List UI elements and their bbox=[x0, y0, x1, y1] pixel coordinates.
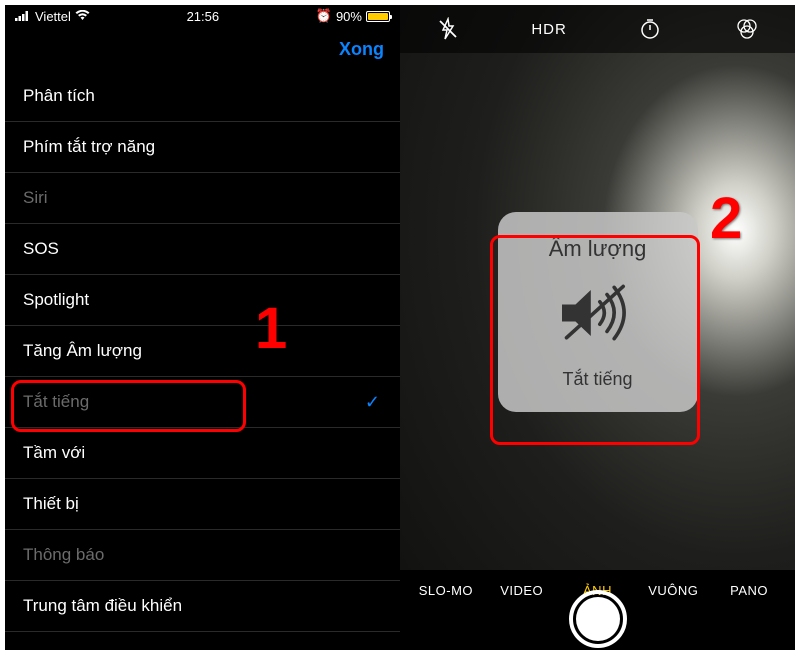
battery-icon bbox=[366, 11, 390, 22]
hud-title: Âm lượng bbox=[549, 236, 647, 262]
settings-item-label: Tầm với bbox=[23, 443, 85, 463]
mute-icon bbox=[553, 278, 643, 353]
alarm-icon: ⏰ bbox=[316, 8, 332, 24]
settings-item[interactable]: Thông báo bbox=[5, 530, 400, 581]
settings-item[interactable]: Thiết bị bbox=[5, 479, 400, 530]
carrier-label: Viettel bbox=[35, 9, 71, 24]
clock: 21:56 bbox=[187, 9, 220, 24]
camera-bottom-bar bbox=[400, 610, 795, 650]
shutter-button[interactable] bbox=[569, 590, 627, 648]
settings-item-label: Phím tắt trợ năng bbox=[23, 137, 155, 157]
settings-item-label: Phân tích bbox=[23, 86, 95, 106]
settings-screen: Viettel 21:56 ⏰ 90% Xong Phân tích Phím t… bbox=[5, 5, 400, 650]
settings-item-label: Thông báo bbox=[23, 545, 104, 565]
settings-item-label: Trung tâm điều khiển bbox=[23, 596, 182, 616]
signal-icon bbox=[15, 9, 31, 24]
status-bar: Viettel 21:56 ⏰ 90% bbox=[5, 5, 400, 27]
settings-list[interactable]: Phân tích Phím tắt trợ năng Siri SOS Spotlig… bbox=[5, 71, 400, 650]
status-right: ⏰ 90% bbox=[316, 8, 390, 24]
settings-item-label: Tăng Âm lượng bbox=[23, 341, 142, 361]
volume-hud: Âm lượng Tắt tiếng bbox=[498, 212, 698, 412]
settings-item[interactable]: Spotlight bbox=[5, 275, 400, 326]
flash-off-icon[interactable] bbox=[434, 15, 462, 43]
checkmark-icon: ✓ bbox=[365, 392, 380, 413]
hud-subtitle: Tắt tiếng bbox=[562, 369, 632, 390]
settings-item[interactable]: Siri bbox=[5, 173, 400, 224]
settings-item-label: Spotlight bbox=[23, 290, 89, 310]
camera-mode[interactable]: SLO-MO bbox=[408, 583, 484, 598]
nav-bar: Xong bbox=[5, 27, 400, 71]
battery-fill bbox=[368, 13, 388, 20]
camera-viewfinder[interactable]: Âm lượng Tắt tiếng bbox=[400, 53, 795, 570]
settings-item-label: Siri bbox=[23, 188, 48, 208]
camera-mode[interactable]: VUÔNG bbox=[635, 583, 711, 598]
camera-top-bar: HDR bbox=[400, 5, 795, 53]
wifi-icon bbox=[75, 9, 90, 24]
filters-icon[interactable] bbox=[733, 15, 761, 43]
hdr-toggle[interactable]: HDR bbox=[531, 21, 567, 38]
done-button[interactable]: Xong bbox=[339, 39, 384, 60]
settings-item[interactable]: Tầm với bbox=[5, 428, 400, 479]
settings-item[interactable]: Phân tích bbox=[5, 71, 400, 122]
camera-mode[interactable]: VIDEO bbox=[484, 583, 560, 598]
settings-item[interactable]: Trung tâm điều khiển bbox=[5, 581, 400, 632]
camera-screen: HDR Âm lượng Tắt tiếng SLO-MOVIDEOẢNHVUÔ… bbox=[400, 5, 795, 650]
settings-item-label: Tắt tiếng bbox=[23, 392, 89, 412]
settings-item[interactable]: Tắt tiếng ✓ bbox=[5, 377, 400, 428]
battery-percent: 90% bbox=[336, 9, 362, 24]
settings-item[interactable]: SOS bbox=[5, 224, 400, 275]
status-left: Viettel bbox=[15, 9, 90, 24]
settings-item[interactable]: Tăng Âm lượng bbox=[5, 326, 400, 377]
camera-mode[interactable]: PANO bbox=[711, 583, 787, 598]
settings-item-label: Thiết bị bbox=[23, 494, 79, 514]
settings-item[interactable]: Phím tắt trợ năng bbox=[5, 122, 400, 173]
timer-icon[interactable] bbox=[636, 15, 664, 43]
settings-item-label: SOS bbox=[23, 239, 59, 259]
